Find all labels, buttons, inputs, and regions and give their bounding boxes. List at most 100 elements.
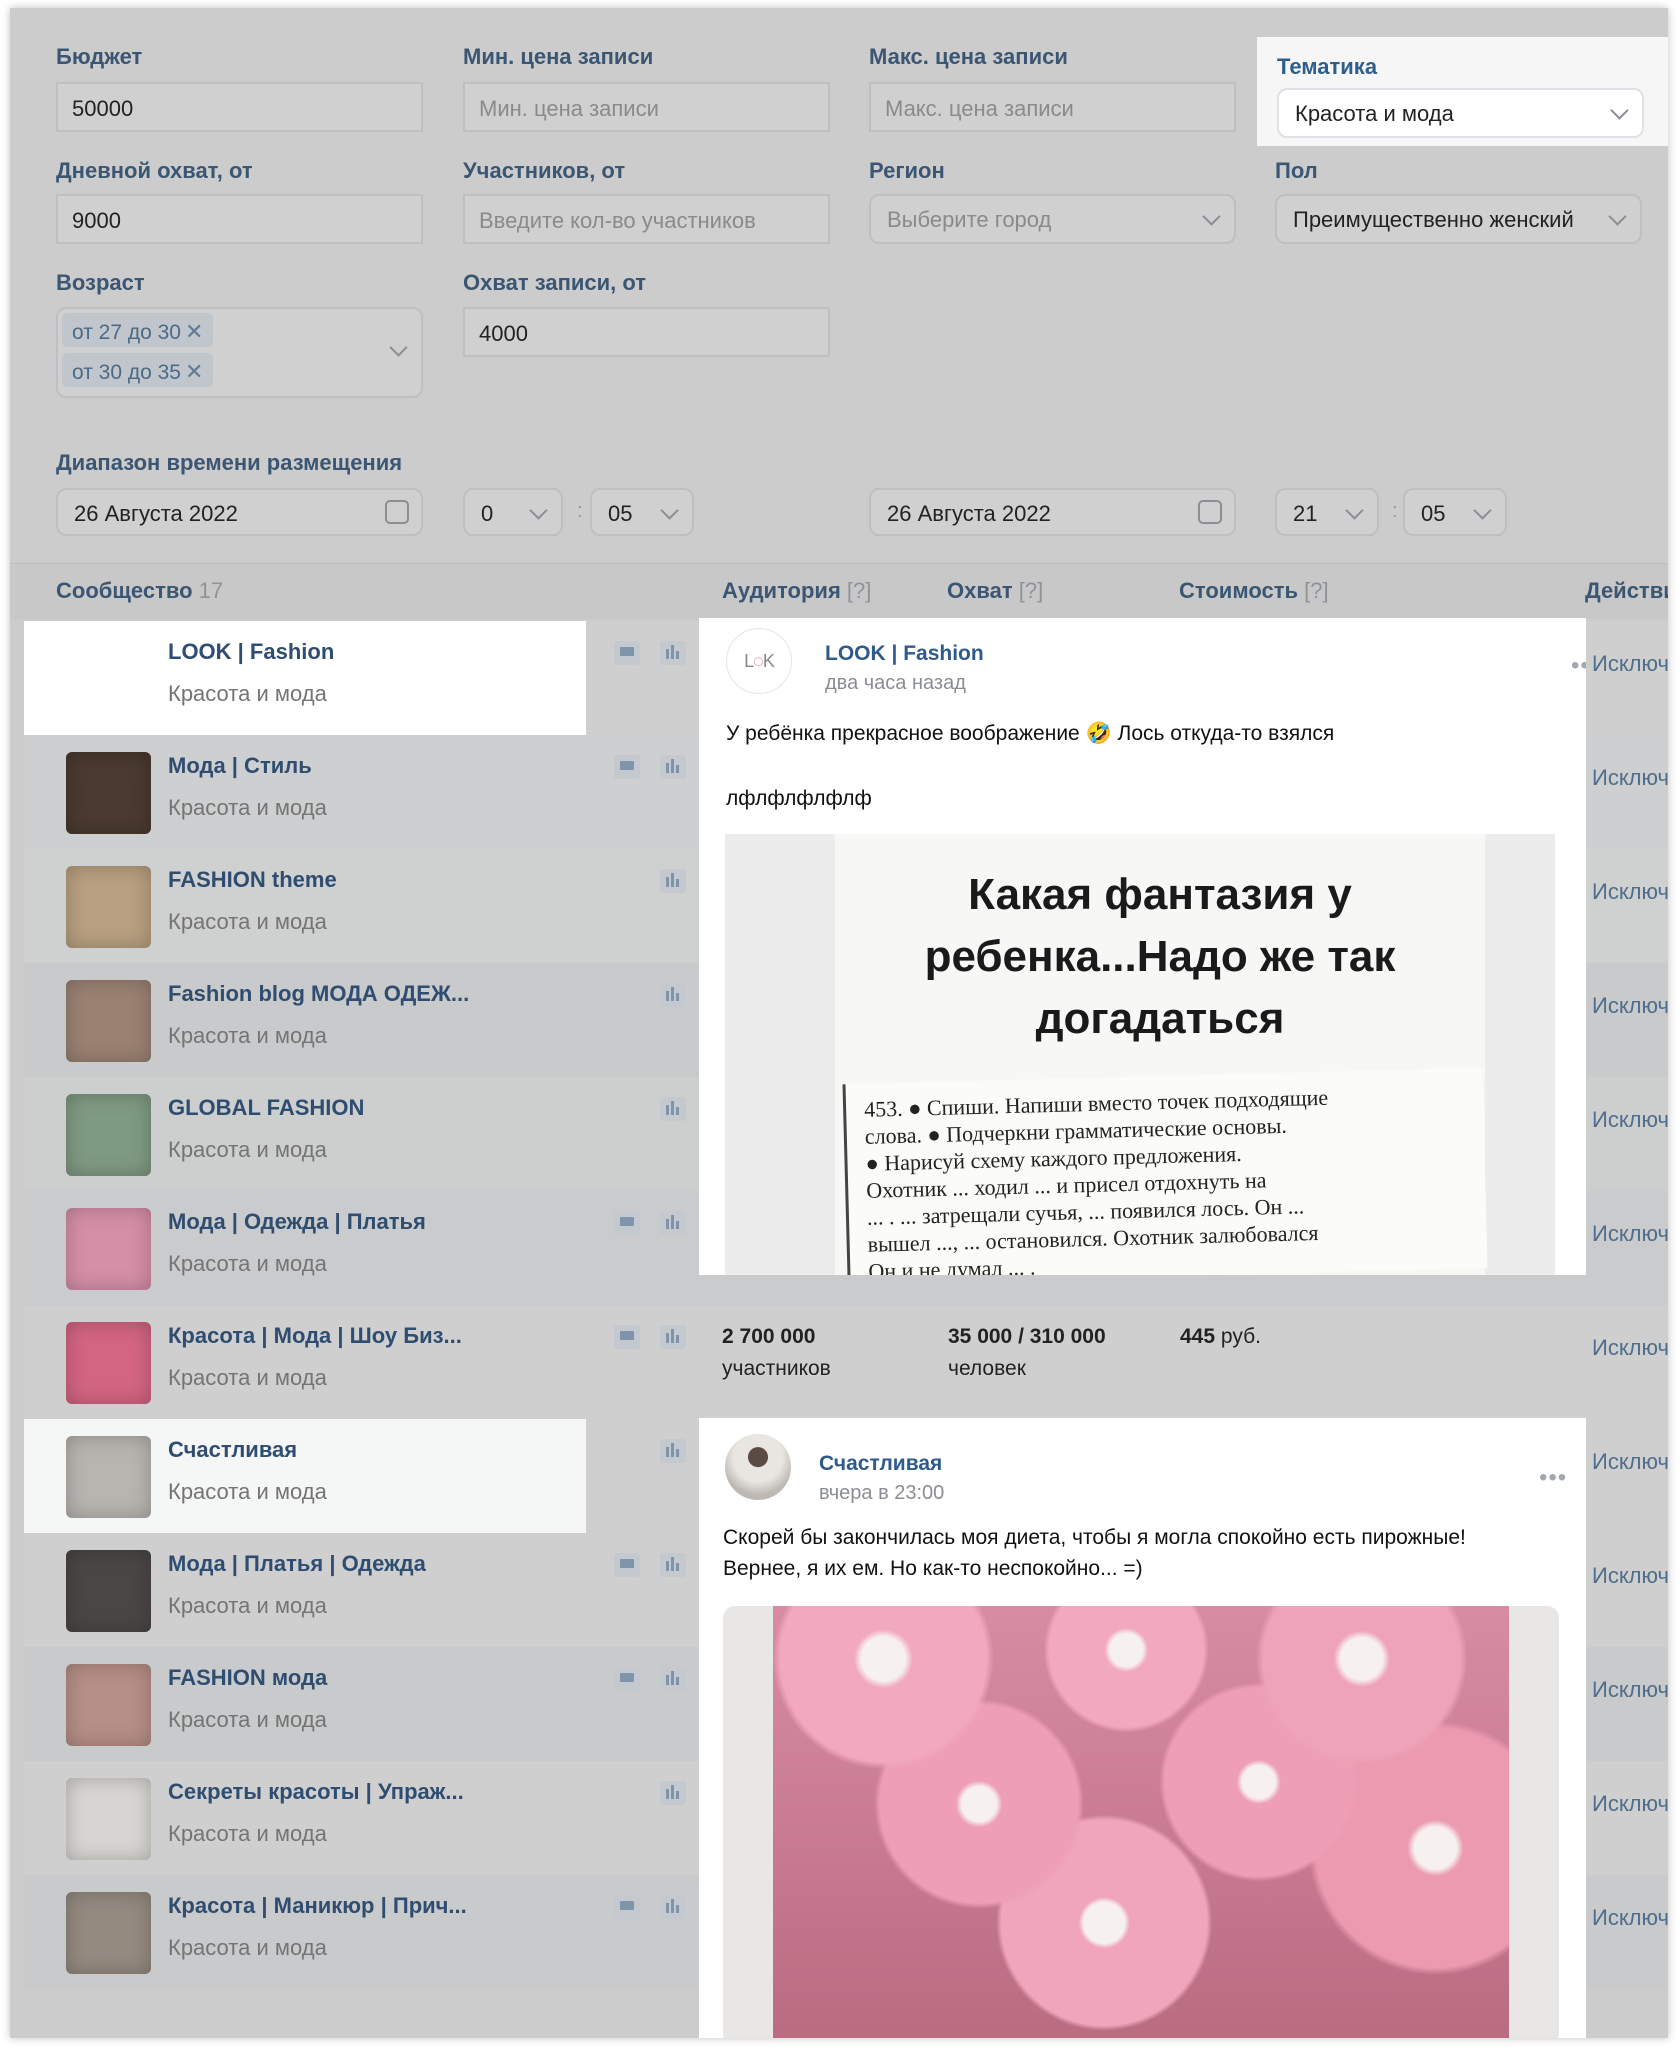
exclude-link[interactable]: Исключить xyxy=(1592,1335,1668,1361)
post-reach-input[interactable]: 4000 xyxy=(463,307,830,357)
exclude-link[interactable]: Исключить xyxy=(1592,651,1668,677)
stats-icon[interactable] xyxy=(660,755,686,779)
community-avatar[interactable] xyxy=(66,1208,151,1290)
to-hour-select[interactable]: 21 xyxy=(1275,488,1379,536)
community-name[interactable]: Счастливая xyxy=(168,1437,297,1463)
budget-input[interactable]: 50000 xyxy=(56,82,423,132)
to-hour-value: 21 xyxy=(1293,501,1318,526)
community-avatar[interactable] xyxy=(66,1550,151,1632)
age-multiselect[interactable]: от 27 до 30 ✕ от 30 до 35 ✕ xyxy=(56,307,423,398)
community-name[interactable]: LOOK | Fashion xyxy=(168,639,334,665)
from-hour-value: 0 xyxy=(481,501,494,526)
calendar-icon[interactable] xyxy=(385,500,409,524)
remove-icon[interactable]: ✕ xyxy=(185,359,203,384)
comment-icon[interactable] xyxy=(614,1553,640,1577)
community-avatar[interactable] xyxy=(66,1892,151,1974)
calendar-icon[interactable] xyxy=(1198,500,1222,524)
daily-reach-input[interactable]: 9000 xyxy=(56,194,423,244)
post-time[interactable]: вчера в 23:00 xyxy=(819,1482,944,1505)
max-price-input[interactable]: Макс. цена записи xyxy=(869,82,1236,132)
help-icon[interactable]: [?] xyxy=(1019,578,1043,603)
min-price-input[interactable]: Мин. цена записи xyxy=(463,82,830,132)
community-avatar[interactable] xyxy=(66,980,151,1062)
more-icon[interactable]: ••• xyxy=(1571,652,1586,680)
exclude-link[interactable]: Исключить xyxy=(1592,993,1668,1019)
exclude-link[interactable]: Исключить xyxy=(1592,879,1668,905)
stats-icon[interactable] xyxy=(660,983,686,1007)
community-avatar[interactable] xyxy=(66,752,151,834)
community-avatar[interactable] xyxy=(66,1094,151,1176)
stats-icon[interactable] xyxy=(660,1211,686,1235)
post-author[interactable]: Счастливая xyxy=(819,1452,942,1476)
community-name[interactable]: Красота | Мода | Шоу Биз... xyxy=(168,1323,462,1349)
max-price-label: Макс. цена записи xyxy=(869,44,1068,69)
exclude-link[interactable]: Исключить xyxy=(1592,1905,1668,1931)
community-avatar[interactable] xyxy=(66,866,151,948)
community-name[interactable]: Мода | Одежда | Платья xyxy=(168,1209,426,1235)
stats-icon[interactable] xyxy=(660,1097,686,1121)
exclude-link[interactable]: Исключить xyxy=(1592,1449,1668,1475)
stats-icon[interactable] xyxy=(660,1667,686,1691)
topic-select[interactable]: Красота и мода xyxy=(1277,88,1644,138)
community-name[interactable]: Fashion blog МОДА ОДЕЖ... xyxy=(168,981,469,1007)
help-icon[interactable]: [?] xyxy=(847,578,871,603)
community-avatar[interactable] xyxy=(66,1778,151,1860)
post-time[interactable]: два часа назад xyxy=(825,672,966,695)
to-minute-select[interactable]: 05 xyxy=(1403,488,1507,536)
exclude-link[interactable]: Исключить xyxy=(1592,1563,1668,1589)
col-cost[interactable]: Стоимость [?] xyxy=(1179,578,1329,604)
stats-icon[interactable] xyxy=(660,869,686,893)
community-avatar[interactable] xyxy=(66,1436,151,1518)
chevron-down-icon xyxy=(389,338,408,357)
to-date-input[interactable]: 26 Августа 2022 xyxy=(869,488,1236,536)
col-reach[interactable]: Охват [?] xyxy=(947,578,1043,604)
stats-icon[interactable] xyxy=(660,1895,686,1919)
community-category: Красота и мода xyxy=(168,909,327,934)
min-price-label: Мин. цена записи xyxy=(463,44,654,69)
from-minute-select[interactable]: 05 xyxy=(590,488,694,536)
col-community[interactable]: Сообщество 17 xyxy=(56,578,223,604)
exclude-link[interactable]: Исключить xyxy=(1592,1677,1668,1703)
community-name[interactable]: Красота | Маникюр | Прич... xyxy=(168,1893,467,1919)
stats-icon[interactable] xyxy=(660,641,686,665)
post-author[interactable]: LOOK | Fashion xyxy=(825,642,984,666)
from-hour-select[interactable]: 0 xyxy=(463,488,563,536)
stats-icon[interactable] xyxy=(660,1325,686,1349)
post-image[interactable]: Какая фантазия у ребенка...Надо же так д… xyxy=(725,834,1555,1275)
remove-icon[interactable]: ✕ xyxy=(185,319,203,344)
comment-icon[interactable] xyxy=(614,755,640,779)
from-date-input[interactable]: 26 Августа 2022 xyxy=(56,488,423,536)
community-avatar[interactable] xyxy=(66,1322,151,1404)
exclude-link[interactable]: Исключить xyxy=(1592,765,1668,791)
members-input[interactable]: Введите кол-во участников xyxy=(463,194,830,244)
exclude-link[interactable]: Исключить xyxy=(1592,1791,1668,1817)
budget-label: Бюджет xyxy=(56,44,143,69)
help-icon[interactable]: [?] xyxy=(1304,578,1328,603)
comment-icon[interactable] xyxy=(614,1211,640,1235)
community-name[interactable]: Мода | Платья | Одежда xyxy=(168,1551,426,1577)
col-audience[interactable]: Аудитория [?] xyxy=(722,578,871,604)
comment-icon[interactable] xyxy=(614,1895,640,1919)
post-image[interactable] xyxy=(723,1606,1559,2038)
region-select[interactable]: Выберите город xyxy=(869,194,1236,244)
community-name[interactable]: FASHION theme xyxy=(168,867,337,893)
community-avatar[interactable] xyxy=(66,1664,151,1746)
comment-icon[interactable] xyxy=(614,1325,640,1349)
table-row[interactable]: Красота | Мода | Шоу Биз... Красота и мод… xyxy=(24,1305,1668,1419)
gender-select[interactable]: Преимущественно женский xyxy=(1275,194,1642,244)
stats-icon[interactable] xyxy=(660,1781,686,1805)
stats-icon[interactable] xyxy=(660,1553,686,1577)
comment-icon[interactable] xyxy=(614,1667,640,1691)
stats-icon[interactable] xyxy=(660,1439,686,1463)
community-avatar[interactable] xyxy=(66,638,151,720)
exclude-link[interactable]: Исключить xyxy=(1592,1221,1668,1247)
comment-icon[interactable] xyxy=(614,641,640,665)
community-name[interactable]: FASHION мода xyxy=(168,1665,327,1691)
exclude-link[interactable]: Исключить xyxy=(1592,1107,1668,1133)
members-label: Участников, от xyxy=(463,158,626,183)
community-name[interactable]: GLOBAL FASHION xyxy=(168,1095,364,1121)
community-name[interactable]: Секреты красоты | Упраж... xyxy=(168,1779,464,1805)
more-icon[interactable]: ••• xyxy=(1539,1464,1567,1492)
community-name[interactable]: Мода | Стиль xyxy=(168,753,312,779)
topic-label: Тематика xyxy=(1277,54,1378,79)
